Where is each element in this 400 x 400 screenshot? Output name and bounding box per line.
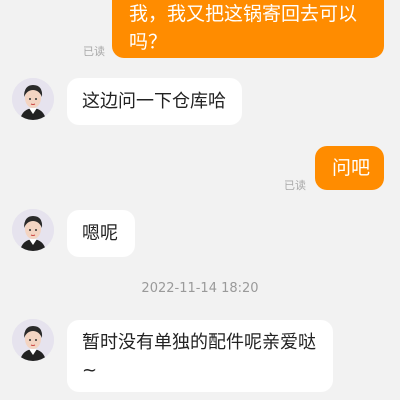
incoming-message-bubble[interactable]: 这边问一下仓库哈 [67,78,242,125]
agent-avatar-icon[interactable] [12,319,54,361]
message-timestamp: 2022-11-14 18:20 [141,281,259,296]
message-text: 这边问一下仓库哈 [82,91,226,112]
agent-avatar-icon[interactable] [12,78,54,120]
message-text-line: 暂时没有单独的配件呢亲爱哒 [82,332,316,353]
read-status: 已读 [83,45,105,58]
incoming-message-bubble[interactable]: 暂时没有单独的配件呢亲爱哒 ~ [67,320,333,392]
outgoing-message-bubble[interactable]: 我，我又把这锅寄回去可以 吗？ [112,0,384,58]
message-text-line: 我，我又把这锅寄回去可以 [129,3,358,25]
incoming-message-bubble[interactable]: 嗯呢 [67,210,135,257]
outgoing-message-bubble[interactable]: 问吧 [315,146,384,190]
message-text: 问吧 [332,157,371,179]
message-text: 嗯呢 [82,223,118,244]
message-text-line: ~ [82,360,98,381]
agent-avatar-icon[interactable] [12,209,54,251]
message-text-line: 吗？ [129,31,168,53]
read-status: 已读 [284,179,306,192]
